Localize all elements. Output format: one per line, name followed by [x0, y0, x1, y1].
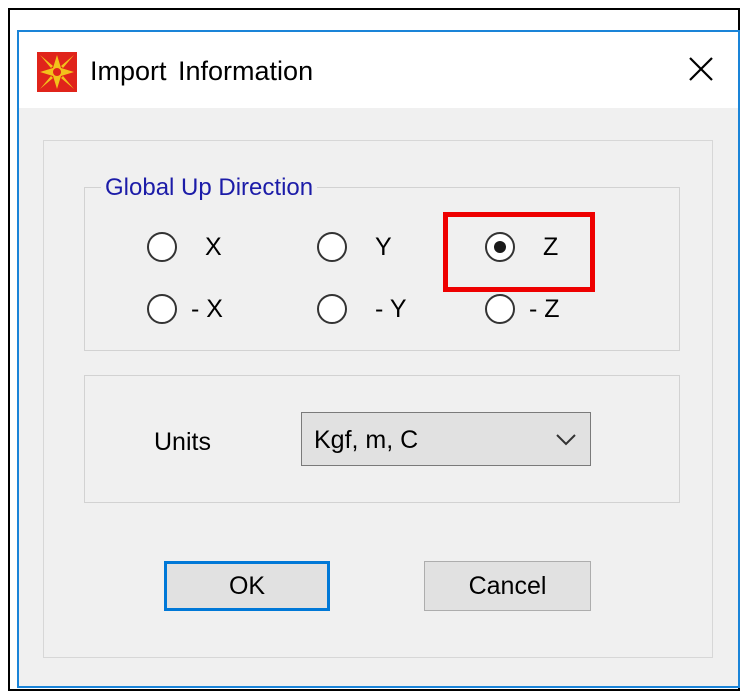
title-bar: Import Information: [19, 32, 738, 108]
close-button[interactable]: [678, 46, 724, 92]
radio-label: X: [205, 232, 222, 261]
radio-label: - Z: [529, 294, 560, 323]
radio-label: Y: [375, 232, 392, 261]
cancel-button[interactable]: Cancel: [424, 561, 591, 611]
ok-button[interactable]: OK: [164, 561, 330, 611]
radio-circle[interactable]: [317, 294, 347, 324]
app-logo-icon: [37, 52, 77, 92]
dialog-content-panel: Global Up Direction X Y Z - X - Y - Z Un…: [43, 140, 713, 658]
group-legend: Global Up Direction: [101, 174, 318, 202]
global-up-direction-group: Global Up Direction X Y Z - X - Y - Z: [84, 174, 680, 351]
radio-circle-checked[interactable]: [485, 232, 515, 262]
units-label: Units: [154, 428, 211, 456]
units-dropdown[interactable]: Kgf, m, C: [301, 412, 591, 466]
chevron-down-icon: [556, 434, 576, 446]
radio-circle[interactable]: [147, 232, 177, 262]
radio-x[interactable]: X: [147, 232, 222, 262]
units-group: Units Kgf, m, C: [84, 375, 680, 503]
radio-neg-x[interactable]: - X: [147, 294, 223, 324]
radio-y[interactable]: Y: [317, 232, 392, 262]
radio-circle[interactable]: [317, 232, 347, 262]
radio-circle[interactable]: [485, 294, 515, 324]
import-information-dialog: Import Information Global Up Direction X…: [17, 30, 740, 688]
radio-z[interactable]: Z: [485, 232, 558, 262]
radio-label: - X: [191, 294, 223, 323]
dialog-title: Import Information: [90, 56, 314, 86]
radio-label: - Y: [375, 294, 407, 323]
units-selected-value: Kgf, m, C: [314, 426, 419, 454]
close-icon: [689, 57, 713, 81]
radio-neg-z[interactable]: - Z: [485, 294, 560, 324]
radio-circle[interactable]: [147, 294, 177, 324]
radio-label: Z: [543, 232, 559, 261]
radio-neg-y[interactable]: - Y: [317, 294, 407, 324]
